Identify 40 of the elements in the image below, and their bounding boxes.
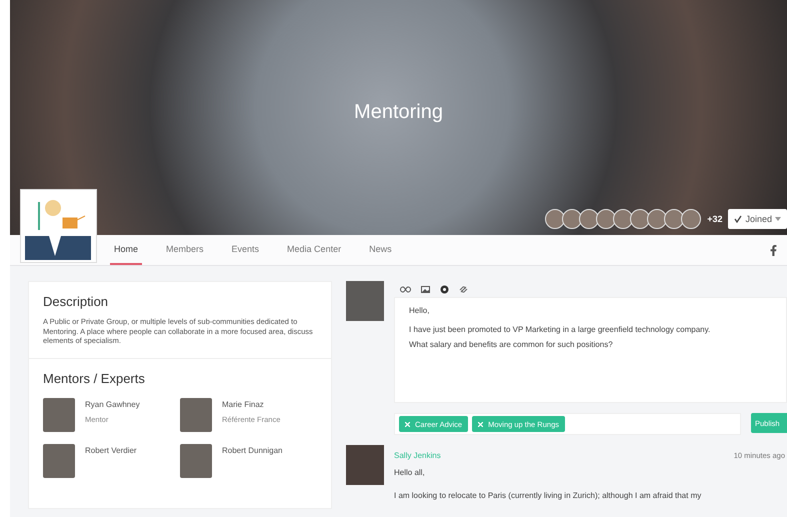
nav-tab[interactable]: Events <box>228 235 264 265</box>
member-avatar[interactable] <box>562 209 582 229</box>
member-avatar[interactable] <box>681 209 702 229</box>
section-title: Description <box>43 294 110 309</box>
post-draft-text: Hello, <box>409 306 430 315</box>
member-avatar[interactable] <box>664 209 684 229</box>
post-draft-text: I have just been promoted to VP Marketing in a large greenfield technology company. <box>409 325 712 334</box>
member-avatar[interactable] <box>647 209 668 229</box>
nav-tab[interactable]: News <box>365 235 396 265</box>
post-draft-text: What salary and benefits are common for such positions? <box>409 340 614 349</box>
member-avatar[interactable] <box>579 209 600 229</box>
member-avatar[interactable] <box>630 209 650 229</box>
nav-tab[interactable]: Home <box>110 235 142 265</box>
nav-tab[interactable]: Media Center <box>283 235 346 265</box>
link-icon[interactable] <box>459 284 468 294</box>
group-title: Mentoring <box>354 101 443 124</box>
section-title: Mentors / Experts <box>43 370 146 386</box>
member-avatar[interactable] <box>596 209 616 229</box>
user-photo <box>346 281 384 321</box>
joined-button[interactable]: Joined <box>728 209 787 229</box>
circle-icon[interactable] <box>440 284 449 294</box>
person-name: Robert Dunnigan <box>222 446 282 454</box>
author-photo <box>346 445 384 485</box>
facebook-icon[interactable] <box>768 244 779 256</box>
nav-tab[interactable]: Members <box>162 235 208 265</box>
post-text: Hello all, <box>394 468 426 477</box>
member-avatar[interactable] <box>545 209 566 229</box>
member-avatar[interactable] <box>613 209 634 229</box>
check-icon <box>734 215 742 223</box>
remove-icon <box>478 422 484 426</box>
post-input-field[interactable]: Hello, I have just been promoted to VP Marketing in a large greenfield technology company. What salary and benefits are common for such positions? <box>394 297 787 403</box>
post-text: I am looking to relocate to Paris (currently living in Zurich); although I am afraid that my <box>394 491 702 500</box>
infinity-icon[interactable] <box>400 284 411 294</box>
remove-icon <box>405 422 410 426</box>
person-name: Ryan Gawhney <box>85 400 140 408</box>
image-icon[interactable] <box>421 284 430 294</box>
caret-icon <box>775 217 781 221</box>
person-name: Marie Finaz <box>222 400 265 408</box>
person-name: Robert Verdier <box>85 446 137 454</box>
member-count[interactable]: +32 <box>707 214 722 224</box>
